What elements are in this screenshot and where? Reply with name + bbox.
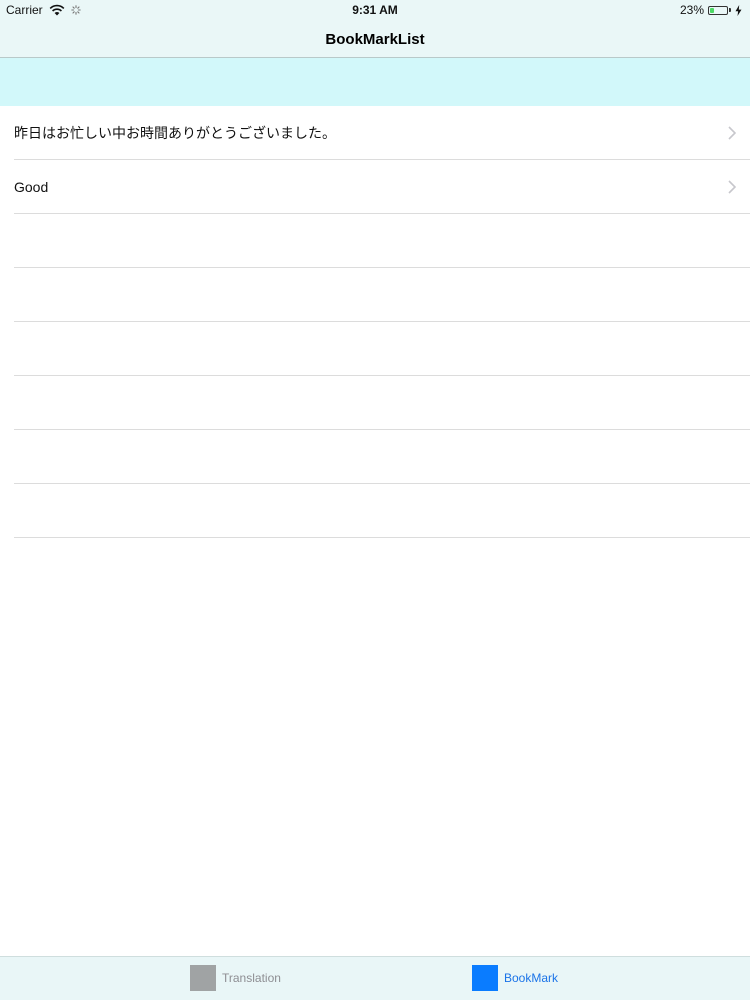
status-right: 23% — [680, 3, 742, 17]
status-bar: Carrier 9:31 AM 23% — [0, 0, 750, 20]
tab-label: Translation — [222, 971, 281, 985]
status-time: 9:31 AM — [352, 3, 398, 17]
empty-row — [0, 214, 750, 268]
page-title: BookMarkList — [325, 30, 425, 48]
empty-row — [0, 376, 750, 430]
empty-row — [0, 484, 750, 538]
battery-icon — [708, 5, 731, 15]
list-item-label: Good — [14, 179, 49, 195]
charging-bolt-icon — [735, 4, 742, 16]
tab-bar: Translation BookMark — [0, 956, 750, 1000]
tab-bookmark[interactable]: BookMark — [472, 965, 558, 991]
navigation-bar: BookMarkList — [0, 20, 750, 58]
tab-translation[interactable]: Translation — [190, 965, 281, 991]
bookmark-tab-icon — [472, 965, 498, 991]
empty-row — [0, 430, 750, 484]
header-band — [0, 58, 750, 106]
chevron-right-icon — [728, 180, 736, 194]
chevron-right-icon — [728, 126, 736, 140]
list-item[interactable]: 昨日はお忙しい中お時間ありがとうございました。 — [0, 106, 750, 160]
battery-percent: 23% — [679, 3, 704, 17]
top-bar: Carrier 9:31 AM 23% BookMarkList — [0, 0, 750, 58]
list-item[interactable]: Good — [0, 160, 750, 214]
bookmark-list: 昨日はお忙しい中お時間ありがとうございました。 Good — [0, 106, 750, 538]
tab-label: BookMark — [504, 971, 559, 985]
empty-row — [0, 322, 750, 376]
empty-row — [0, 268, 750, 322]
list-item-label: 昨日はお忙しい中お時間ありがとうございました。 — [14, 125, 336, 141]
translation-tab-icon — [190, 965, 216, 991]
